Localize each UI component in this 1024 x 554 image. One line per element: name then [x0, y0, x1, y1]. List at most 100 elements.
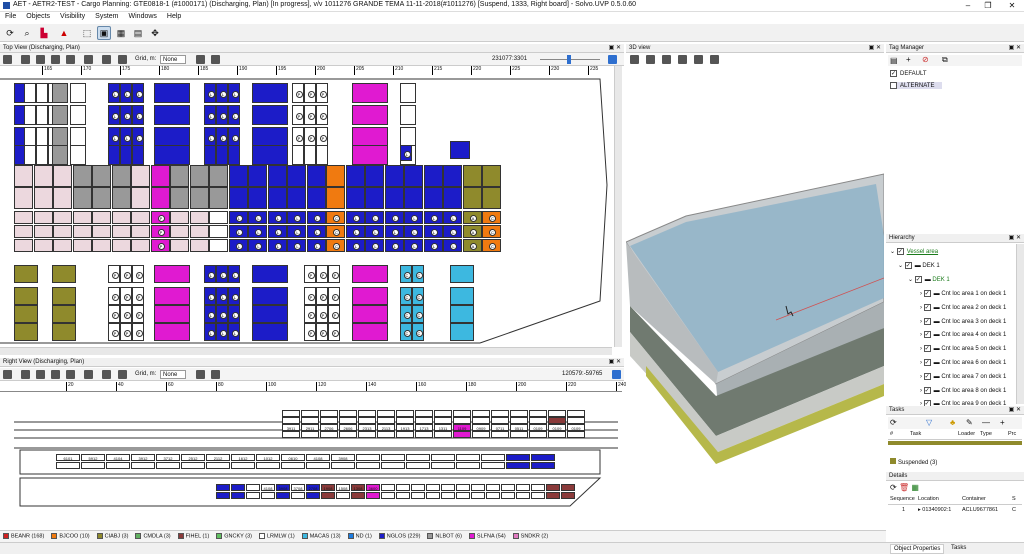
arrows-icon[interactable]	[102, 55, 111, 64]
side-slot[interactable]	[81, 462, 105, 469]
bay-slot[interactable]	[462, 165, 482, 187]
chart-icon[interactable]: ▙	[37, 26, 51, 40]
side-slot[interactable]: 6101	[56, 454, 80, 461]
bay-slot[interactable]: P	[328, 305, 340, 323]
side-slot[interactable]	[415, 410, 433, 417]
side-slot[interactable]	[531, 454, 555, 461]
hierarchy-item[interactable]: › ✓ ▬ Cnt loc area 1 on deck 1	[920, 290, 1006, 297]
arrows-icon[interactable]	[102, 370, 111, 379]
side-slot[interactable]	[456, 462, 480, 469]
view-iso-icon[interactable]	[84, 370, 93, 379]
bay-slot[interactable]	[248, 165, 267, 187]
bay-slot[interactable]: L	[204, 83, 216, 103]
bay-slot[interactable]: P	[316, 323, 328, 341]
side-slot[interactable]	[472, 431, 490, 438]
side-slot[interactable]: 2112	[206, 454, 230, 461]
bay-slot[interactable]	[92, 187, 111, 209]
hierarchy-scroll[interactable]	[1016, 244, 1024, 404]
bay-slot[interactable]	[209, 225, 228, 238]
bay-slot[interactable]	[423, 187, 443, 209]
move-icon[interactable]: ✥	[148, 26, 162, 40]
bay-slot[interactable]	[131, 211, 150, 224]
bay-slot[interactable]: L	[365, 225, 384, 238]
bay-slot[interactable]	[204, 145, 216, 165]
bay-slot[interactable]: C	[412, 287, 424, 305]
bay-slot[interactable]: L	[228, 83, 240, 103]
bay-slot[interactable]	[252, 145, 288, 165]
side-slot[interactable]	[406, 454, 430, 461]
bay-slot[interactable]	[252, 265, 288, 283]
hierarchy-item[interactable]: › ✓ ▬ Cnt loc area 7 on deck 1	[920, 372, 1006, 380]
side-slot[interactable]	[567, 417, 585, 424]
side-slot[interactable]	[491, 410, 509, 417]
layout-icon-2[interactable]: ▦	[114, 26, 128, 40]
side-slot[interactable]	[506, 462, 530, 469]
side-slot[interactable]	[320, 410, 338, 417]
side-slot[interactable]: 2113	[377, 424, 395, 431]
bay-slot[interactable]	[384, 187, 404, 209]
bay-slot[interactable]	[111, 165, 131, 187]
bay-slot[interactable]: L	[443, 225, 462, 238]
bay-slot[interactable]: L	[404, 211, 423, 224]
bay-slot[interactable]: L	[108, 83, 120, 103]
side-slot[interactable]	[491, 417, 509, 424]
bay-slot[interactable]: P	[132, 265, 144, 283]
tab-object-properties[interactable]: Object Properties	[890, 544, 945, 554]
view-iso-icon[interactable]	[710, 55, 719, 64]
bay-slot[interactable]: L	[423, 225, 443, 238]
side-slot[interactable]: 1311	[434, 424, 452, 431]
bay-slot[interactable]	[450, 287, 474, 305]
side-slot[interactable]	[453, 431, 471, 438]
bay-slot[interactable]	[120, 145, 132, 165]
print-icon[interactable]	[211, 370, 220, 379]
bay-slot[interactable]: C	[326, 211, 345, 224]
bay-slot[interactable]: P	[292, 105, 304, 125]
bay-slot[interactable]: P	[304, 287, 316, 305]
view-back-icon[interactable]	[51, 370, 60, 379]
side-slot[interactable]	[426, 484, 440, 491]
bay-slot[interactable]: L	[108, 105, 120, 125]
bay-slot[interactable]	[52, 287, 76, 305]
bay-slot[interactable]: P	[120, 265, 132, 283]
bay-slot[interactable]	[131, 165, 150, 187]
side-slot[interactable]	[206, 462, 230, 469]
side-slot[interactable]: 1109	[453, 424, 471, 431]
bay-slot[interactable]	[52, 145, 68, 165]
right-view-canvas[interactable]: 3911 2911 2706 2606 2313 2113 1913 1713 1311 1109…	[0, 394, 622, 530]
bay-slot[interactable]	[14, 305, 38, 323]
bay-slot[interactable]	[352, 323, 388, 341]
side-slot[interactable]	[396, 484, 410, 491]
bay-slot[interactable]	[352, 127, 388, 147]
bay-slot[interactable]	[252, 105, 288, 125]
bay-slot[interactable]: L	[365, 211, 384, 224]
bay-slot[interactable]	[170, 225, 189, 238]
bay-slot[interactable]	[52, 323, 76, 341]
side-slot[interactable]	[546, 492, 560, 499]
bay-slot[interactable]	[170, 211, 189, 224]
side-slot[interactable]	[531, 492, 545, 499]
bay-slot[interactable]: P	[108, 265, 120, 283]
fit-icon[interactable]	[612, 370, 621, 379]
bay-slot[interactable]	[131, 187, 150, 209]
bay-slot[interactable]: P	[304, 305, 316, 323]
side-slot[interactable]	[216, 484, 230, 491]
menu-system[interactable]: System	[90, 12, 123, 21]
bay-slot[interactable]	[36, 145, 48, 165]
side-slot[interactable]	[481, 454, 505, 461]
bay-slot[interactable]: A	[462, 225, 482, 238]
bay-slot[interactable]	[53, 211, 72, 224]
panel-controls-icon[interactable]: ▣ ✕	[1009, 44, 1021, 53]
side-slot[interactable]	[261, 492, 275, 499]
side-slot[interactable]	[216, 492, 230, 499]
view-top-icon[interactable]	[66, 55, 75, 64]
bay-slot[interactable]: P	[316, 83, 328, 103]
menu-objects[interactable]: Objects	[21, 12, 55, 21]
tag-default[interactable]: ✓ DEFAULT	[890, 70, 927, 77]
tag-add-icon[interactable]: +	[906, 55, 911, 64]
bay-slot[interactable]	[14, 165, 33, 187]
camera-icon[interactable]	[118, 370, 127, 379]
bay-slot[interactable]: P	[316, 305, 328, 323]
bay-slot[interactable]: P	[120, 305, 132, 323]
side-slot[interactable]	[546, 484, 560, 491]
bay-slot[interactable]	[304, 145, 316, 165]
